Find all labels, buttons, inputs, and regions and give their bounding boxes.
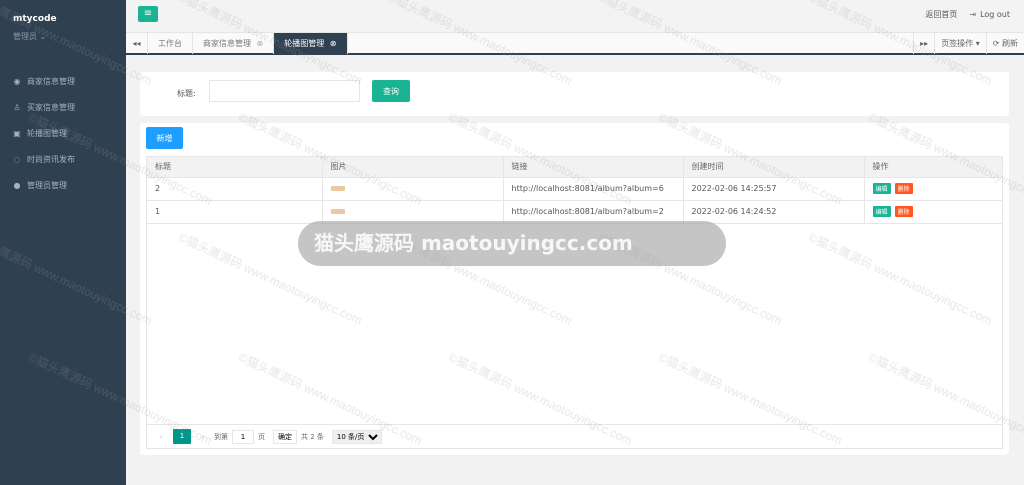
tab-carousel[interactable]: 轮播图管理 ⊗ <box>274 33 348 54</box>
table-row: 1 http://localhost:8081/album?album=2 20… <box>147 200 1002 224</box>
header-actions: 返回首页 ⇥ Log out <box>925 9 1010 20</box>
thumbnail-image[interactable] <box>330 209 345 214</box>
table-header-row: 标题 图片 链接 创建时间 操作 <box>147 157 1002 178</box>
close-icon[interactable]: ⊗ <box>330 39 337 48</box>
sidebar-item-carousel[interactable]: ▣ 轮播图管理 <box>0 120 126 146</box>
image-icon: ▣ <box>13 128 21 138</box>
watermark-banner: 猫头鹰源码 maotouyingcc.com <box>298 221 726 266</box>
user-circle-icon: ◉ <box>13 76 21 86</box>
cell-title: 1 <box>147 200 323 224</box>
tab-label: 商家信息管理 <box>203 39 251 48</box>
tab-label: 轮播图管理 <box>284 39 325 48</box>
cell-link: http://localhost:8081/album?album=6 <box>503 177 684 201</box>
tabs-bar: ◂◂ 工作台 商家信息管理 ⊗ 轮播图管理 ⊗ ▸▸ 页签操作 ▾ ⟳ 刷新 <box>126 32 1024 55</box>
username: mtycode <box>13 14 57 24</box>
cell-image <box>322 177 504 201</box>
cell-created: 2022-02-06 14:25:57 <box>683 177 865 201</box>
tab-label: 工作台 <box>158 39 182 48</box>
sidebar-item-label: 轮播图管理 <box>27 128 67 138</box>
search-title-label: 标题: <box>177 89 196 98</box>
cell-image <box>322 200 504 224</box>
column-header-title[interactable]: 标题 <box>147 157 323 178</box>
double-chevron-left-icon: ◂◂ <box>132 39 141 48</box>
hamburger-icon: ≡ <box>143 8 153 19</box>
tab-dashboard[interactable]: 工作台 <box>148 33 193 54</box>
cell-actions: 编辑 删除 <box>864 200 1002 224</box>
list-panel: 新增 标题 图片 链接 创建时间 操作 2 http://localhost:8… <box>140 123 1009 455</box>
sidebar-item-label: 商家信息管理 <box>27 76 75 86</box>
main-content: 标题: 查询 新增 标题 图片 链接 创建时间 操作 2 http://loca… <box>126 55 1024 485</box>
next-page-button[interactable]: › <box>196 433 210 441</box>
prev-page-button[interactable]: ‹ <box>154 433 168 441</box>
edit-button[interactable]: 编辑 <box>872 206 891 217</box>
page-unit-label: 页 <box>258 432 265 441</box>
role-dropdown[interactable]: 管理员 ⌄ <box>13 31 126 42</box>
current-page[interactable]: 1 <box>173 429 191 444</box>
logout-icon: ⇥ <box>969 10 977 19</box>
cell-actions: 编辑 删除 <box>864 177 1002 201</box>
thumbnail-image[interactable] <box>330 186 345 191</box>
sidebar-item-label: 时尚资讯发布 <box>27 154 75 164</box>
logout-link[interactable]: Log out <box>980 10 1010 19</box>
delete-button[interactable]: 删除 <box>894 206 913 217</box>
goto-page-input[interactable] <box>232 429 254 444</box>
tabs-scroll-right-button[interactable]: ▸▸ <box>913 33 934 54</box>
sidebar-item-label: 管理员管理 <box>27 180 67 190</box>
cell-link: http://localhost:8081/album?album=2 <box>503 200 684 224</box>
tab-merchant-info[interactable]: 商家信息管理 ⊗ <box>193 33 275 54</box>
add-button[interactable]: 新增 <box>146 127 183 149</box>
search-panel: 标题: 查询 <box>140 72 1009 116</box>
cell-title: 2 <box>147 177 323 201</box>
tab-list: 工作台 商家信息管理 ⊗ 轮播图管理 ⊗ <box>148 33 348 54</box>
admin-icon: ● <box>13 180 21 190</box>
refresh-button[interactable]: ⟳ 刷新 <box>985 33 1024 54</box>
sidebar-item-fashion-news[interactable]: ◌ 时尚资讯发布 <box>0 146 126 172</box>
chat-icon: ◌ <box>13 154 21 164</box>
sidebar-item-admin[interactable]: ● 管理员管理 <box>0 172 126 198</box>
sidebar-item-label: 买家信息管理 <box>27 102 75 112</box>
goto-confirm-button[interactable]: 确定 <box>273 429 297 444</box>
home-link[interactable]: 返回首页 <box>925 9 957 20</box>
sidebar-item-buyer[interactable]: ♙ 买家信息管理 <box>0 94 126 120</box>
column-header-created[interactable]: 创建时间 <box>683 157 865 178</box>
sidebar: mtycode 管理员 ⌄ ◉ 商家信息管理 ♙ 买家信息管理 ▣ 轮播图管理 … <box>0 0 126 485</box>
menu-toggle-button[interactable]: ≡ <box>138 6 158 22</box>
user-profile: mtycode 管理员 ⌄ <box>0 0 126 42</box>
double-chevron-right-icon: ▸▸ <box>920 39 929 48</box>
query-button[interactable]: 查询 <box>372 80 410 102</box>
column-header-actions: 操作 <box>864 157 1002 178</box>
delete-button[interactable]: 删除 <box>894 183 913 194</box>
user-icon: ♙ <box>13 102 21 112</box>
pagination: ‹ 1 › 到第 页 确定 共 2 条 10 条/页 <box>147 424 1002 448</box>
cell-created: 2022-02-06 14:24:52 <box>683 200 865 224</box>
close-icon[interactable]: ⊗ <box>257 39 264 48</box>
sidebar-item-merchant[interactable]: ◉ 商家信息管理 <box>0 68 126 94</box>
page-size-select[interactable]: 10 条/页 <box>331 429 382 444</box>
data-table: 标题 图片 链接 创建时间 操作 2 http://localhost:8081… <box>146 156 1003 449</box>
sidebar-menu: ◉ 商家信息管理 ♙ 买家信息管理 ▣ 轮播图管理 ◌ 时尚资讯发布 ● 管理员… <box>0 68 126 198</box>
tab-operations-dropdown[interactable]: 页签操作 ▾ <box>934 33 986 54</box>
edit-button[interactable]: 编辑 <box>872 183 891 194</box>
top-header: ≡ 返回首页 ⇥ Log out <box>126 0 1024 32</box>
column-header-image[interactable]: 图片 <box>322 157 504 178</box>
title-search-input[interactable] <box>209 80 360 102</box>
column-header-link[interactable]: 链接 <box>503 157 684 178</box>
total-count: 共 2 条 <box>301 432 324 441</box>
tabs-scroll-left-button[interactable]: ◂◂ <box>126 33 148 54</box>
tabs-actions: ▸▸ 页签操作 ▾ ⟳ 刷新 <box>913 33 1024 54</box>
table-row: 2 http://localhost:8081/album?album=6 20… <box>147 177 1002 201</box>
goto-label: 到第 <box>214 432 228 441</box>
